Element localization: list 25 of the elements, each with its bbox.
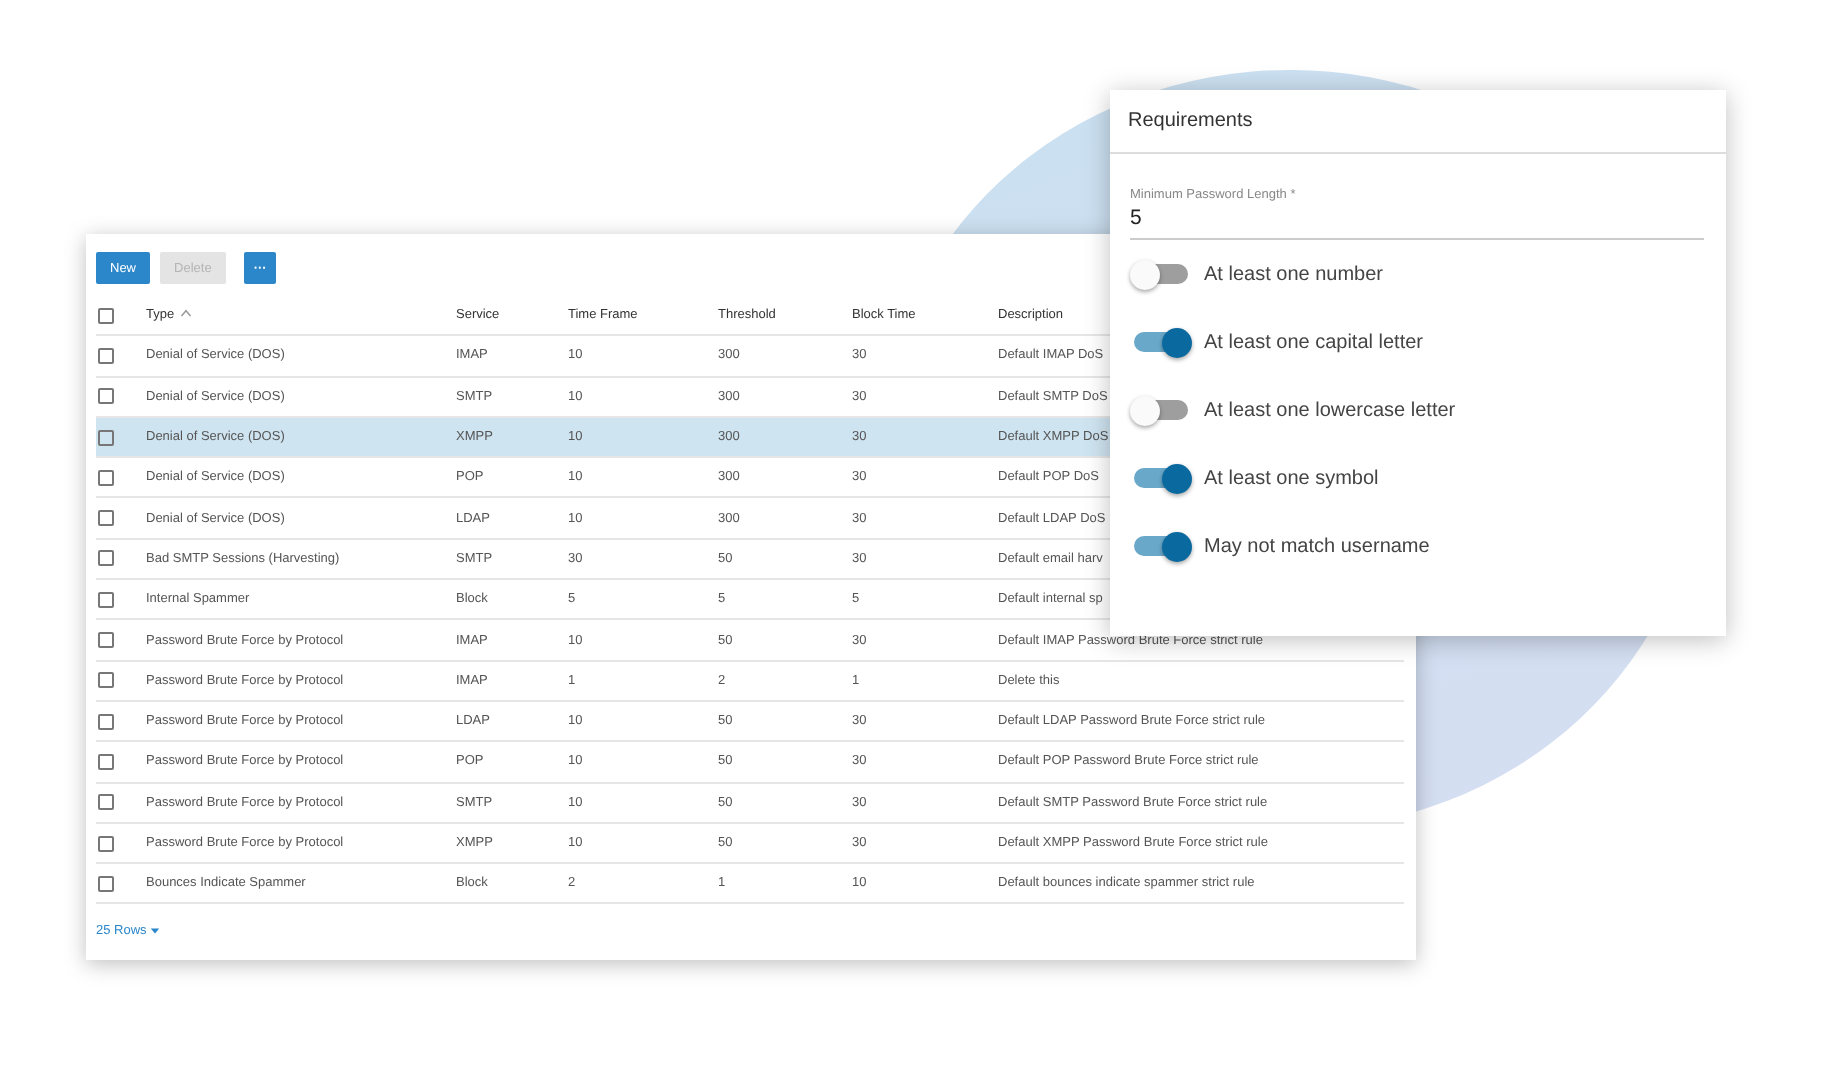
dropdown-caret-icon bbox=[150, 928, 161, 935]
toggle-switch[interactable] bbox=[1134, 400, 1188, 420]
toggle-switch[interactable] bbox=[1134, 536, 1188, 556]
row-checkbox[interactable] bbox=[98, 794, 114, 811]
toggle-switch[interactable] bbox=[1134, 264, 1188, 284]
row-checkbox[interactable] bbox=[98, 753, 114, 770]
row-checkbox[interactable] bbox=[98, 713, 114, 730]
row-checkbox[interactable] bbox=[98, 469, 114, 486]
row-checkbox[interactable] bbox=[98, 835, 114, 851]
row-checkbox[interactable] bbox=[98, 388, 114, 405]
row-checkbox[interactable] bbox=[98, 875, 114, 892]
panel-title: Requirements bbox=[1110, 90, 1726, 154]
row-checkbox[interactable] bbox=[98, 510, 114, 527]
row-checkbox[interactable] bbox=[98, 591, 114, 608]
row-checkbox[interactable] bbox=[98, 672, 114, 689]
toggle-switch[interactable] bbox=[1134, 332, 1188, 352]
sort-caret-icon bbox=[180, 308, 193, 319]
toggle-switch[interactable] bbox=[1134, 468, 1188, 488]
row-checkbox[interactable] bbox=[98, 429, 114, 446]
row-checkbox[interactable] bbox=[98, 632, 114, 649]
row-checkbox[interactable] bbox=[98, 347, 114, 364]
select-all-checkbox[interactable] bbox=[98, 307, 114, 324]
toggle-label: At least one symbol bbox=[1204, 467, 1379, 489]
row-checkbox[interactable] bbox=[98, 550, 114, 567]
toggle-label: At least one number bbox=[1204, 263, 1383, 285]
